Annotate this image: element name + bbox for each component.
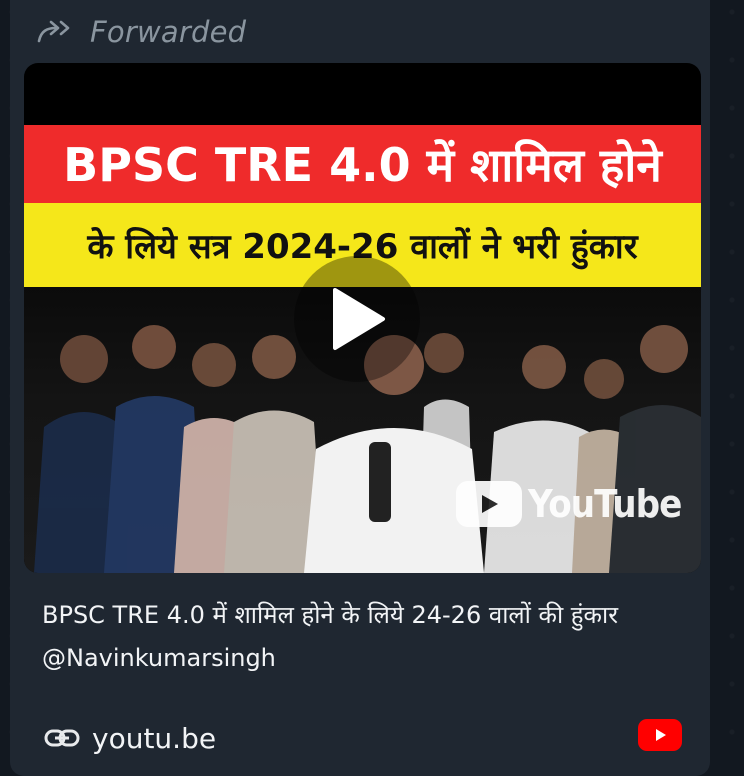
video-thumbnail[interactable]: BPSC TRE 4.0 में शामिल होने के लिये सत्र… — [24, 63, 701, 573]
forwarded-header[interactable]: Forwarded — [36, 14, 246, 50]
youtube-watermark: YouTube — [456, 481, 682, 527]
forwarded-label: Forwarded — [90, 15, 247, 49]
youtube-icon — [638, 719, 682, 751]
link-preview-domain-row[interactable]: youtu.be — [44, 716, 216, 760]
thumbnail-banner-text-1: BPSC TRE 4.0 में शामिल होने — [63, 138, 662, 192]
play-button[interactable] — [294, 256, 420, 382]
link-icon — [44, 729, 80, 747]
link-preview-title[interactable]: BPSC TRE 4.0 में शामिल होने के लिये 24-2… — [42, 594, 662, 680]
thumbnail-banner-top: BPSC TRE 4.0 में शामिल होने — [24, 125, 701, 203]
forward-arrow-icon — [37, 20, 70, 43]
youtube-watermark-text: YouTube — [528, 482, 682, 526]
play-icon — [333, 288, 385, 350]
youtube-watermark-icon — [456, 481, 522, 527]
link-domain: youtu.be — [92, 721, 217, 755]
